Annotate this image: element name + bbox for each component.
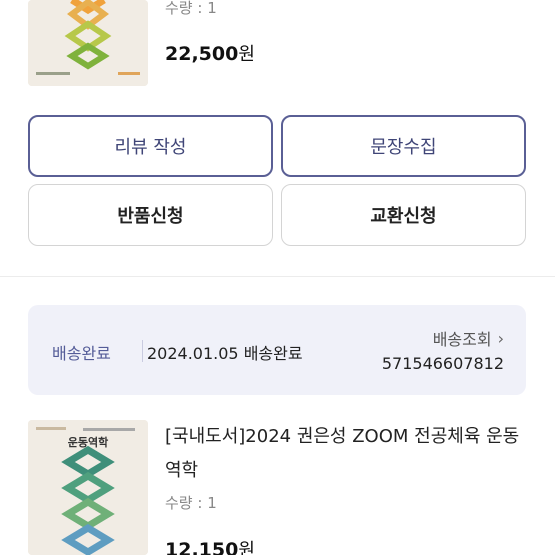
request-exchange-button[interactable]: 교환신청 [281, 184, 526, 246]
shipment-status-detail: 2024.01.05 배송완료 [147, 344, 303, 363]
book-cover-1[interactable] [28, 0, 148, 86]
item2-price-currency: 원 [238, 540, 255, 555]
write-review-button[interactable]: 리뷰 작성 [28, 115, 273, 177]
section-divider [0, 276, 555, 277]
item1-price-amount: 22,500 [165, 43, 239, 65]
item1-quantity: 수량 : 1 [165, 0, 217, 17]
chevron-right-icon: › [497, 328, 504, 348]
item2-price-amount: 12,150 [165, 539, 239, 555]
shipment-status-label: 배송완료 [52, 344, 111, 363]
item1-price: 22,500원 [165, 40, 255, 66]
shipment-status-card: 배송완료 2024.01.05 배송완료 배송조회 › 571546607812 [28, 305, 526, 395]
tracking-number: 571546607812 [381, 354, 504, 373]
track-shipment-label: 배송조회 [432, 330, 492, 349]
status-divider [142, 340, 143, 362]
item2-price: 12,150원 [165, 536, 255, 555]
book-cover-art [28, 0, 148, 86]
collect-sentences-button[interactable]: 문장수집 [281, 115, 526, 177]
item2-title[interactable]: [국내도서]2024 권은성 ZOOM 전공체육 운동역학 [165, 420, 535, 488]
request-return-button[interactable]: 반품신청 [28, 184, 273, 246]
book-cover-title: 운동역학 [67, 436, 109, 449]
track-shipment-link[interactable]: 배송조회 › [433, 326, 504, 350]
book-cover-2[interactable]: 운동역학 [28, 420, 148, 555]
item2-quantity: 수량 : 1 [165, 494, 217, 512]
item1-price-currency: 원 [238, 44, 255, 65]
